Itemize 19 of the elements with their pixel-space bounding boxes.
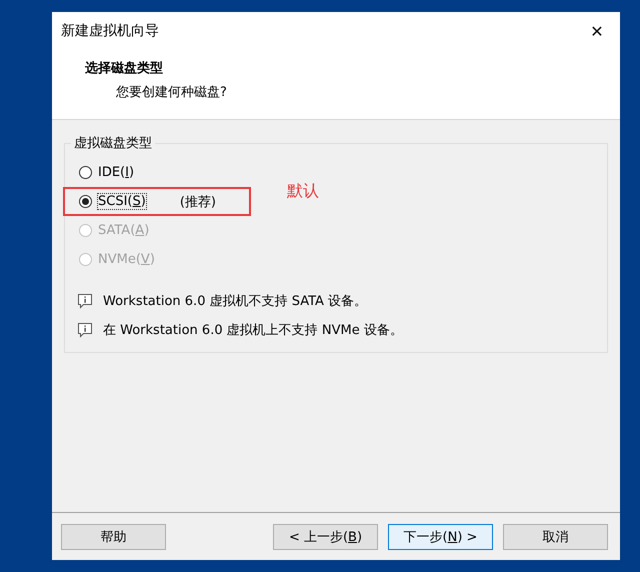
page-subtitle: 您要创建何种磁盘? <box>116 84 228 101</box>
dialog-button[interactable]: < 上一步(B) <box>273 524 378 550</box>
annotation-text: 默认 <box>287 181 319 202</box>
radio-label[interactable]: SCSI(S) <box>98 194 146 209</box>
info-text: 在 Workstation 6.0 虚拟机上不支持 NVMe 设备。 <box>103 322 403 338</box>
recommended-note: (推荐) <box>180 194 216 210</box>
radio-button[interactable] <box>79 166 92 179</box>
close-button[interactable]: ✕ <box>574 12 620 50</box>
dialog-button[interactable]: 取消 <box>503 524 608 550</box>
radio-button[interactable] <box>79 195 92 208</box>
radio-label[interactable]: IDE(I) <box>98 165 134 180</box>
window-title: 新建虚拟机向导 <box>61 22 159 40</box>
dialog-button[interactable]: 帮助 <box>61 524 166 550</box>
page-title: 选择磁盘类型 <box>85 60 164 77</box>
info-icon <box>77 292 93 308</box>
dialog-button[interactable]: 下一步(N) > <box>388 524 493 550</box>
group-title: 虚拟磁盘类型 <box>71 134 155 152</box>
info-icon <box>77 322 93 338</box>
info-text: Workstation 6.0 虚拟机不支持 SATA 设备。 <box>103 292 368 310</box>
